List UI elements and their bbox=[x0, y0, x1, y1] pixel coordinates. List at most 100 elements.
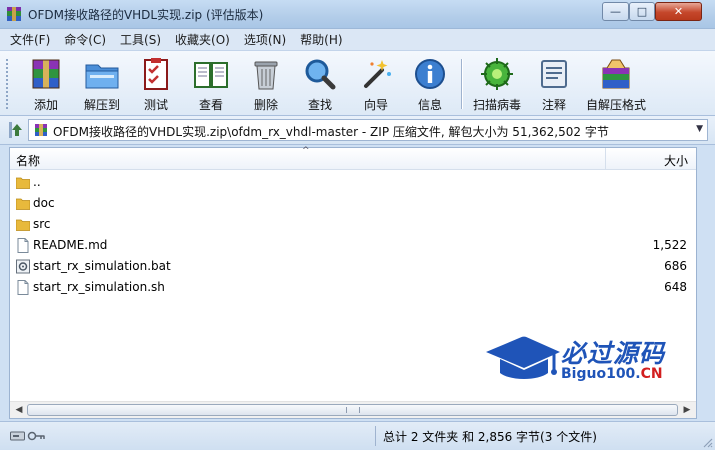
info-label: 信息 bbox=[417, 98, 442, 112]
extract-folder-icon bbox=[85, 64, 119, 89]
file-size: 648 bbox=[664, 280, 687, 294]
column-size-label: 大小 bbox=[663, 154, 688, 168]
add-button[interactable]: 添加 bbox=[24, 55, 68, 113]
watermark-logo: 必过源码 Biguo100.CN bbox=[484, 332, 689, 390]
menu-file[interactable]: 文件(F) bbox=[10, 31, 50, 48]
wizard-label: 向导 bbox=[363, 98, 388, 112]
delete-label: 删除 bbox=[253, 98, 278, 112]
trash-icon bbox=[254, 61, 278, 90]
scroll-right-icon[interactable]: ▶ bbox=[679, 403, 695, 417]
scroll-left-icon[interactable]: ◀ bbox=[11, 403, 27, 417]
list-item[interactable]: src bbox=[10, 214, 696, 235]
status-bar: 总计 2 文件夹 和 2,856 字节(3 个文件) bbox=[0, 421, 715, 450]
add-archive-icon bbox=[32, 59, 60, 89]
batch-file-icon bbox=[16, 259, 30, 274]
file-size: 1,522 bbox=[652, 238, 687, 252]
file-name: doc bbox=[33, 196, 55, 210]
list-item[interactable]: doc bbox=[10, 193, 696, 214]
test-button[interactable]: 测试 bbox=[134, 55, 178, 113]
info-icon bbox=[415, 59, 445, 89]
add-label: 添加 bbox=[33, 98, 58, 112]
document-icon bbox=[17, 280, 29, 295]
wizard-wand-icon bbox=[364, 60, 391, 88]
sfx-archive-icon bbox=[602, 59, 630, 89]
test-checklist-icon bbox=[144, 58, 168, 90]
folder-icon bbox=[16, 219, 30, 231]
list-item[interactable]: .. bbox=[10, 172, 696, 193]
info-button[interactable]: 信息 bbox=[408, 55, 452, 113]
resize-grip-icon[interactable] bbox=[701, 436, 713, 448]
menu-bar: 文件(F) 命令(C) 工具(S) 收藏夹(O) 选项(N) 帮助(H) bbox=[0, 29, 715, 50]
list-header: 名称 ^ 大小 bbox=[10, 146, 696, 170]
close-button[interactable]: ✕ bbox=[655, 2, 702, 21]
watermark-tld: CN bbox=[640, 366, 663, 382]
menu-help[interactable]: 帮助(H) bbox=[300, 31, 342, 48]
archive-icon bbox=[35, 124, 47, 136]
comment-label: 注释 bbox=[541, 98, 566, 112]
folder-icon bbox=[16, 177, 30, 189]
sort-ascending-icon: ^ bbox=[302, 146, 310, 156]
menu-command[interactable]: 命令(C) bbox=[64, 31, 106, 48]
watermark-chinese: 必过源码 bbox=[561, 339, 666, 368]
chevron-down-icon[interactable]: ▼ bbox=[696, 124, 703, 134]
address-field[interactable]: OFDM接收路径的VHDL实现.zip\ofdm_rx_vhdl-master … bbox=[28, 119, 708, 141]
status-divider bbox=[375, 426, 376, 446]
minimize-button[interactable]: — bbox=[602, 2, 629, 21]
list-item[interactable]: start_rx_simulation.sh 648 bbox=[10, 277, 696, 298]
menu-options[interactable]: 选项(N) bbox=[244, 31, 286, 48]
window-title: OFDM接收路径的VHDL实现.zip (评估版本) bbox=[28, 8, 264, 22]
file-name: start_rx_simulation.bat bbox=[33, 259, 171, 273]
watermark-domain: Biguo100. bbox=[561, 366, 641, 382]
view-button[interactable]: 查看 bbox=[188, 55, 234, 113]
close-icon: ✕ bbox=[673, 5, 684, 18]
file-size: 686 bbox=[664, 259, 687, 273]
winrar-app-icon bbox=[7, 7, 21, 21]
virus-scan-icon bbox=[481, 58, 513, 90]
column-header-name[interactable]: 名称 ^ bbox=[10, 146, 606, 170]
virus-scan-label: 扫描病毒 bbox=[472, 98, 521, 112]
extract-to-button[interactable]: 解压到 bbox=[78, 55, 126, 113]
drive-key-icon bbox=[10, 431, 45, 441]
menu-favorites[interactable]: 收藏夹(O) bbox=[175, 31, 230, 48]
folder-icon bbox=[16, 198, 30, 210]
column-name-label: 名称 bbox=[16, 154, 41, 168]
document-icon bbox=[17, 238, 29, 253]
horizontal-scrollbar[interactable]: ◀ ▶ bbox=[10, 401, 696, 418]
comment-button[interactable]: 注释 bbox=[532, 55, 576, 113]
find-button[interactable]: 查找 bbox=[298, 55, 342, 113]
file-name: README.md bbox=[33, 238, 108, 252]
delete-button[interactable]: 删除 bbox=[244, 55, 288, 113]
list-item[interactable]: README.md 1,522 bbox=[10, 235, 696, 256]
scrollbar-grip bbox=[346, 407, 360, 413]
column-header-size[interactable]: 大小 bbox=[606, 148, 696, 170]
comment-icon bbox=[541, 60, 567, 88]
status-summary: 总计 2 文件夹 和 2,856 字节(3 个文件) bbox=[383, 430, 597, 444]
view-book-icon bbox=[194, 62, 228, 88]
list-rows: .. doc src README.md 1,522 start_rx_simu… bbox=[10, 172, 696, 298]
title-bar: OFDM接收路径的VHDL实现.zip (评估版本) — □ ✕ bbox=[0, 0, 715, 29]
address-bar: OFDM接收路径的VHDL实现.zip\ofdm_rx_vhdl-master … bbox=[0, 116, 715, 145]
toolbar-grip[interactable] bbox=[6, 59, 9, 109]
file-name: .. bbox=[33, 175, 41, 189]
view-label: 查看 bbox=[198, 98, 223, 112]
list-item[interactable]: start_rx_simulation.bat 686 bbox=[10, 256, 696, 277]
wizard-button[interactable]: 向导 bbox=[354, 55, 398, 113]
maximize-icon: □ bbox=[636, 5, 648, 18]
menu-tools[interactable]: 工具(S) bbox=[120, 31, 161, 48]
maximize-button[interactable]: □ bbox=[629, 2, 655, 21]
find-label: 查找 bbox=[307, 98, 332, 112]
minimize-icon: — bbox=[610, 5, 621, 18]
up-folder-icon[interactable] bbox=[8, 120, 26, 140]
extract-to-label: 解压到 bbox=[83, 98, 120, 112]
file-name: start_rx_simulation.sh bbox=[33, 280, 165, 294]
address-path: OFDM接收路径的VHDL实现.zip\ofdm_rx_vhdl-master … bbox=[53, 125, 609, 139]
sfx-label: 自解压格式 bbox=[585, 98, 646, 112]
virus-scan-button[interactable]: 扫描病毒 bbox=[470, 55, 524, 113]
sfx-button[interactable]: 自解压格式 bbox=[584, 55, 648, 113]
toolbar-separator bbox=[461, 59, 463, 109]
file-name: src bbox=[33, 217, 51, 231]
scrollbar-thumb[interactable] bbox=[27, 404, 678, 416]
test-label: 测试 bbox=[143, 98, 168, 112]
toolbar: 添加 解压到 测试 查看 删除 查找 向导 信息 扫描病毒 注释 自解压格式 bbox=[0, 50, 715, 116]
magnifier-icon bbox=[305, 59, 336, 90]
